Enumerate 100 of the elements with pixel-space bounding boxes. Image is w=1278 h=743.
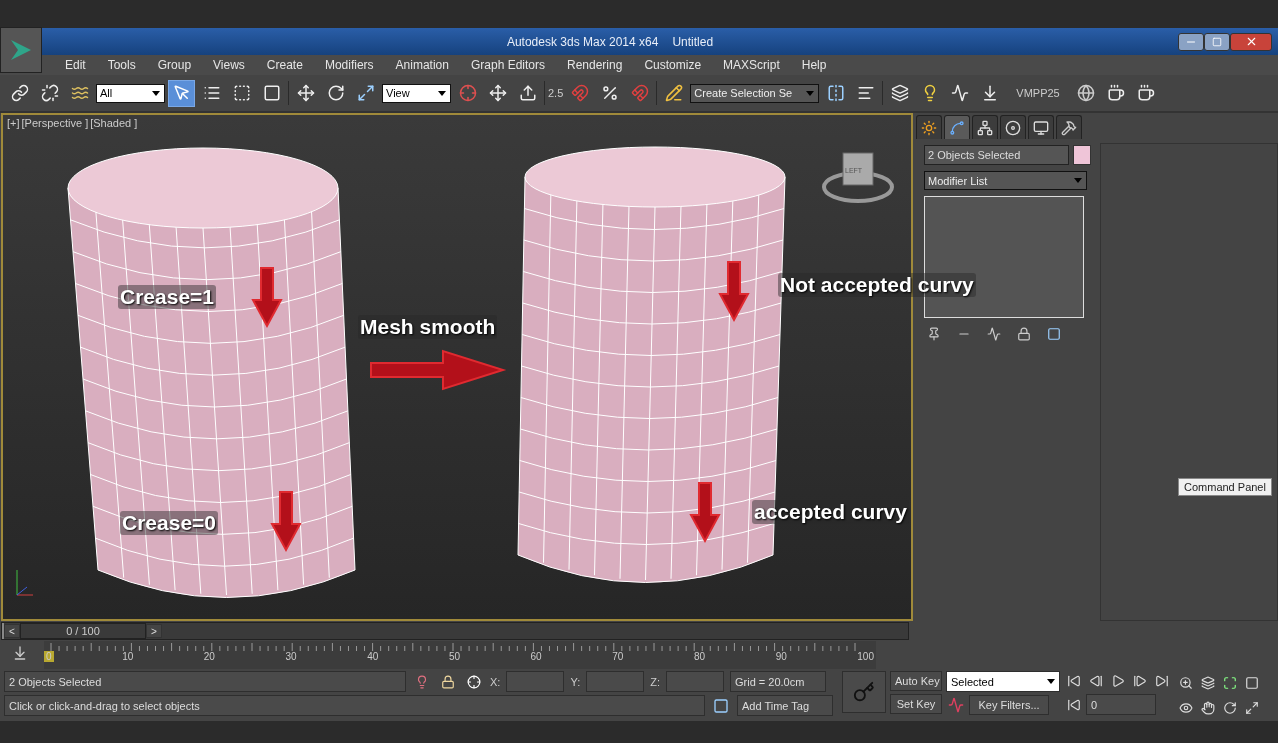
close-button[interactable] bbox=[1230, 32, 1272, 51]
command-panel-tab[interactable] bbox=[916, 115, 942, 139]
menu-item[interactable]: Help bbox=[790, 58, 838, 72]
zoom-icon bbox=[1179, 675, 1193, 690]
x-coordinate-field[interactable] bbox=[506, 671, 565, 692]
viewport-label[interactable]: [+] bbox=[7, 117, 20, 129]
menu-item[interactable]: Group bbox=[146, 58, 203, 72]
tooltip: Command Panel bbox=[1178, 478, 1272, 496]
scale-icon bbox=[356, 84, 375, 102]
menu-item[interactable]: Modifiers bbox=[313, 58, 385, 72]
annotation-text: accepted curvy bbox=[752, 500, 909, 524]
menu-item[interactable]: Animation bbox=[384, 58, 460, 72]
menu-item[interactable]: Graph Editors bbox=[459, 58, 556, 72]
frame-number: 80 bbox=[692, 651, 707, 662]
z-coordinate-field[interactable] bbox=[666, 671, 724, 692]
y-label: Y: bbox=[570, 675, 581, 688]
menu-item[interactable]: MAXScript bbox=[712, 58, 791, 72]
application-button[interactable] bbox=[0, 27, 42, 73]
toolbar-label: VMPP25 bbox=[1015, 87, 1061, 99]
object-color-swatch[interactable] bbox=[1073, 145, 1091, 165]
annotation-text: Mesh smooth bbox=[358, 315, 498, 339]
curve-icon bbox=[950, 84, 969, 102]
menu-item[interactable]: Rendering bbox=[556, 58, 634, 72]
teapot-icon bbox=[1137, 84, 1156, 102]
reference-coordinate-dropdown[interactable]: View bbox=[382, 83, 451, 103]
frame-number: 40 bbox=[366, 651, 380, 662]
selection-filter-dropdown[interactable]: All bbox=[96, 83, 165, 103]
menu-item[interactable]: Edit bbox=[54, 58, 97, 72]
command-panel-tab[interactable] bbox=[1056, 115, 1082, 139]
object-name-field[interactable]: 2 Objects Selected bbox=[924, 145, 1069, 165]
crosshair-icon bbox=[458, 84, 477, 102]
down-arrow bbox=[270, 491, 302, 553]
set-key-mode-button[interactable]: Set Key bbox=[890, 694, 942, 714]
move-icon bbox=[296, 84, 315, 102]
command-panel-tab[interactable] bbox=[1028, 115, 1054, 139]
magnet-icon bbox=[570, 84, 589, 102]
menu-item[interactable]: Tools bbox=[96, 58, 147, 72]
annotation-text: Crease=0 bbox=[120, 511, 218, 535]
menu-item[interactable]: Create bbox=[255, 58, 314, 72]
current-frame-field[interactable]: 0 bbox=[1086, 694, 1156, 715]
track-bar[interactable]: 0 10 20 30 40 50 60 70 80 90 100 bbox=[44, 641, 876, 669]
next-frame-button[interactable]: > bbox=[146, 624, 162, 638]
key-filters-button[interactable]: Key Filters... bbox=[969, 695, 1049, 715]
play-icon bbox=[1111, 674, 1125, 688]
restore-icon bbox=[1212, 36, 1222, 47]
percent-icon bbox=[600, 84, 619, 102]
curve-icon bbox=[948, 697, 964, 713]
frame-number: 30 bbox=[284, 651, 298, 662]
layers-icon bbox=[890, 84, 909, 102]
orbit-icon bbox=[1223, 700, 1237, 715]
zoom-extents-icon bbox=[1223, 675, 1237, 690]
command-panel-tab[interactable] bbox=[1000, 115, 1026, 139]
down-arrow bbox=[689, 482, 721, 544]
down-arrow bbox=[718, 261, 750, 323]
frame-number: 0 bbox=[44, 651, 54, 662]
sun-icon bbox=[921, 119, 937, 136]
curve-icon bbox=[949, 119, 965, 136]
time-slider-thumb[interactable]: 0 / 100 bbox=[20, 623, 146, 639]
modifier-list-dropdown[interactable]: Modifier List bbox=[924, 171, 1087, 190]
named-selection-dropdown[interactable]: Create Selection Se bbox=[690, 83, 820, 103]
viewcube-drawing bbox=[822, 152, 894, 203]
pointer-icon bbox=[172, 84, 191, 102]
auto-key-button[interactable]: Auto Key bbox=[890, 671, 942, 691]
x-label: X: bbox=[490, 675, 501, 688]
viewport-label[interactable]: [Shaded ] bbox=[90, 117, 138, 129]
snap-value: 2.5 bbox=[548, 87, 564, 99]
frame-number: 100 bbox=[856, 651, 875, 662]
command-panel-tab[interactable] bbox=[944, 115, 970, 139]
frame-number: 50 bbox=[447, 651, 461, 662]
z-label: Z: bbox=[650, 675, 660, 688]
command-panel-tab[interactable] bbox=[972, 115, 998, 139]
dashed-square-icon bbox=[232, 84, 251, 102]
magnet-icon bbox=[630, 84, 649, 102]
lock-icon bbox=[441, 674, 455, 689]
axis-icon bbox=[488, 84, 507, 102]
square-icon bbox=[262, 84, 281, 102]
crosshair-icon bbox=[467, 674, 481, 689]
key-mode-dropdown[interactable]: Selected bbox=[946, 671, 1060, 692]
time-slider-track[interactable]: < 0 / 100 > bbox=[1, 622, 909, 640]
selection-status-field: 2 Objects Selected bbox=[4, 671, 406, 692]
link-icon bbox=[10, 84, 29, 102]
restore-button[interactable] bbox=[1204, 32, 1230, 51]
unlink-icon bbox=[40, 84, 59, 102]
window-title: Autodesk 3ds Max 2014 x64 bbox=[506, 34, 659, 49]
monitor-icon bbox=[1033, 119, 1049, 136]
add-time-tag-field[interactable]: Add Time Tag bbox=[737, 695, 833, 716]
y-coordinate-field[interactable] bbox=[586, 671, 645, 692]
document-title: Untitled bbox=[672, 34, 714, 49]
select-button[interactable] bbox=[168, 79, 195, 107]
previous-frame-button[interactable]: < bbox=[4, 624, 20, 638]
viewport-label[interactable]: [Perspective ] bbox=[21, 117, 89, 129]
frame-number: 70 bbox=[611, 651, 625, 662]
menu-item[interactable]: Views bbox=[202, 58, 256, 72]
grid-size-field: Grid = 20.0cm bbox=[730, 671, 826, 692]
pan-icon bbox=[1201, 700, 1215, 715]
disc-icon bbox=[1005, 119, 1021, 136]
menu-item[interactable]: Customize bbox=[633, 58, 713, 72]
pencil-icon bbox=[664, 84, 683, 102]
list-icon bbox=[202, 84, 221, 102]
minimize-button[interactable] bbox=[1178, 32, 1204, 51]
